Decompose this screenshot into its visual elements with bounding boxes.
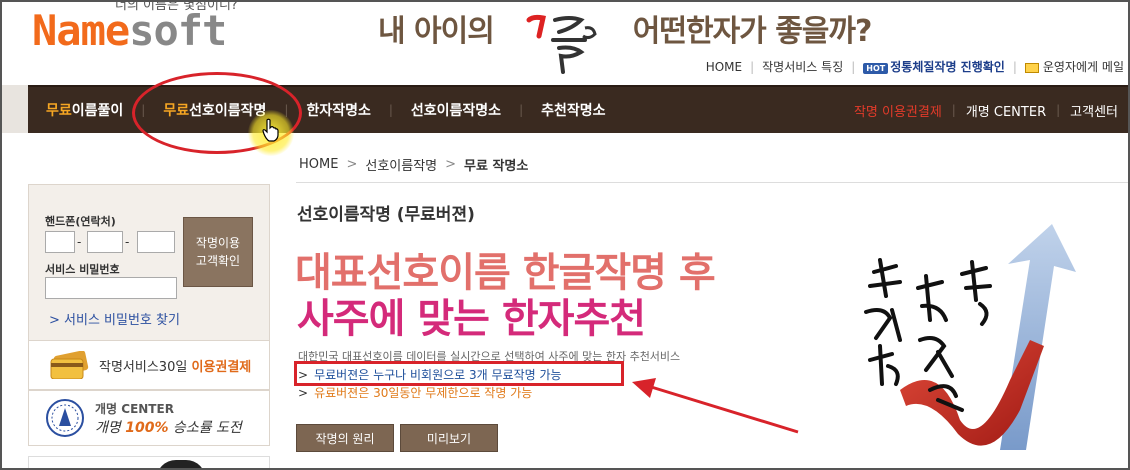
phone-label: 핸드폰(연락처) (45, 215, 116, 228)
phone-dash-2: - (125, 235, 130, 249)
util-contact-link[interactable]: 운영자에게 메일 (1024, 58, 1124, 75)
bullet-paid-version: > 유료버젼은 30일동안 무제한으로 작명 가능 (298, 386, 533, 400)
nav-item-rename-center[interactable]: 개명 CENTER (956, 101, 1056, 120)
section-title: 선호이름작명 (무료버젼) (297, 205, 475, 225)
phone-field-3[interactable] (137, 231, 175, 253)
util-features-link[interactable]: 작명서비스 특징 (762, 58, 843, 75)
breadcrumb-level1[interactable]: 선호이름작명 (365, 155, 437, 174)
breadcrumb-home[interactable]: HOME (299, 157, 338, 172)
phone-dash-1: - (77, 235, 82, 249)
nav-item-recommended-naming[interactable]: 추천작명소 (523, 100, 623, 120)
breadcrumb-divider (296, 182, 1130, 183)
hot-badge: HOT (863, 63, 889, 74)
password-label: 서비스 비밀번호 (45, 263, 120, 276)
annotation-highlight-box (294, 361, 624, 386)
calligraphy-arrow-artwork (864, 224, 1076, 450)
breadcrumb: HOME > 선호이름작명 > 무료 작명소 (299, 155, 529, 174)
preview-button[interactable]: 미리보기 (400, 424, 498, 452)
nav-item-preferred-naming[interactable]: 선호이름작명소 (393, 100, 519, 120)
nav-item-payment[interactable]: 작명 이용권결제 (844, 101, 952, 120)
rename-center-subtitle: 개명 100% 승소률 도전 (95, 419, 242, 436)
phone-field-2[interactable] (87, 231, 123, 253)
util-progress-link[interactable]: HOT 정통체질작명 진행확인 (863, 58, 1005, 75)
nav-item-free-name-reading[interactable]: 무료이름풀이 (28, 100, 141, 120)
utility-links: HOME | 작명서비스 특징 | HOT 정통체질작명 진행확인 | 운영자에게… (705, 58, 1124, 75)
pass-payment-banner[interactable]: 작명서비스30일 이용권결제 (28, 340, 270, 390)
calligraphy-name-icon (526, 14, 597, 74)
breadcrumb-current: 무료 작명소 (464, 159, 529, 174)
rename-center-banner[interactable]: 개명 CENTER 개명 100% 승소률 도전 (28, 390, 270, 446)
hero-line-2: 사주에 맞는 한자추천 (297, 296, 646, 342)
nav-item-support[interactable]: 고객센터 (1060, 101, 1128, 120)
logo-name-part: Name (32, 6, 130, 55)
phone-field-1[interactable] (45, 231, 75, 253)
find-password-link[interactable]: > 서비스 비밀번호 찾기 (49, 309, 180, 328)
customer-confirm-button[interactable]: 작명이용 고객확인 (183, 217, 253, 287)
nav-left-cap (0, 85, 28, 133)
annotation-arrow-icon (632, 378, 799, 434)
naming-principle-button[interactable]: 작명의 원리 (296, 424, 394, 452)
password-field[interactable] (45, 277, 177, 299)
headline-right: 어떤한자가 좋을까? (632, 14, 873, 49)
headline-left: 내 아이의 (378, 14, 495, 49)
mail-icon (1024, 62, 1039, 73)
logo-soft-part: soft (129, 6, 227, 55)
util-home-link[interactable]: HOME (706, 60, 742, 74)
bottom-side-box (28, 456, 270, 470)
credit-card-icon (50, 351, 89, 379)
nav-item-hanja-naming[interactable]: 한자작명소 (288, 100, 388, 120)
hand-cursor-icon (262, 118, 279, 142)
rename-center-title: 개명 CENTER (95, 401, 174, 416)
customer-login-box: 핸드폰(연락처) - - 서비스 비밀번호 작명이용 고객확인 > 서비스 비밀… (28, 184, 270, 342)
namesoft-logo[interactable]: Namesoft (32, 10, 227, 52)
court-seal-icon (46, 399, 84, 437)
